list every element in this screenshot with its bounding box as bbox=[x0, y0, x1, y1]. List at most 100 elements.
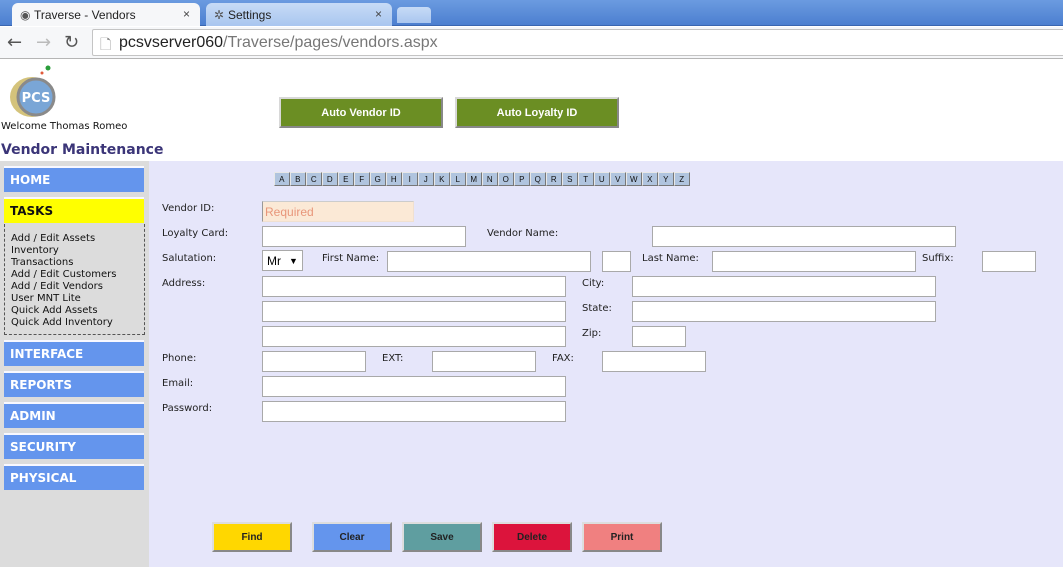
task-link[interactable]: Add / Edit Assets bbox=[11, 233, 144, 245]
alpha-filter-v[interactable]: V bbox=[610, 172, 626, 186]
close-icon[interactable]: × bbox=[375, 7, 382, 21]
address-line-3-input[interactable] bbox=[262, 326, 566, 347]
middle-initial-input[interactable] bbox=[602, 251, 631, 272]
tasks-submenu: Add / Edit Assets Inventory Transactions Ad… bbox=[4, 224, 145, 335]
last-name-label: Last Name: bbox=[642, 253, 699, 264]
sidebar-item-physical[interactable]: PHYSICAL bbox=[4, 464, 144, 490]
new-tab-button[interactable] bbox=[397, 7, 431, 23]
salutation-value: Mr bbox=[267, 253, 281, 268]
city-input[interactable] bbox=[632, 276, 936, 297]
task-link[interactable]: Quick Add Assets bbox=[11, 305, 144, 317]
vendor-id-label: Vendor ID: bbox=[162, 203, 215, 214]
sidebar-item-tasks[interactable]: TASKS bbox=[4, 197, 144, 223]
delete-button[interactable]: Delete bbox=[492, 522, 572, 552]
task-link[interactable]: Quick Add Inventory bbox=[11, 317, 144, 329]
alpha-filter-u[interactable]: U bbox=[594, 172, 610, 186]
task-link[interactable]: Inventory bbox=[11, 245, 144, 257]
fax-input[interactable] bbox=[602, 351, 706, 372]
sidebar-item-reports[interactable]: REPORTS bbox=[4, 371, 144, 397]
alpha-filter-m[interactable]: M bbox=[466, 172, 482, 186]
close-icon[interactable]: × bbox=[183, 7, 190, 21]
alpha-filter-p[interactable]: P bbox=[514, 172, 530, 186]
sidebar-item-security[interactable]: SECURITY bbox=[4, 433, 144, 459]
task-link[interactable]: User MNT Lite bbox=[11, 293, 144, 305]
page-icon: 🗋 bbox=[100, 36, 112, 52]
alpha-filter-o[interactable]: O bbox=[498, 172, 514, 186]
alpha-filter-c[interactable]: C bbox=[306, 172, 322, 186]
alpha-filter-l[interactable]: L bbox=[450, 172, 466, 186]
vendor-id-input[interactable] bbox=[262, 201, 414, 222]
suffix-input[interactable] bbox=[982, 251, 1036, 272]
address-line-2-input[interactable] bbox=[262, 301, 566, 322]
logo-text: PCS bbox=[22, 91, 51, 106]
alpha-filter-f[interactable]: F bbox=[354, 172, 370, 186]
pcs-logo: PCS bbox=[10, 65, 56, 117]
sidebar-item-home[interactable]: HOME bbox=[4, 166, 144, 192]
alpha-filter-k[interactable]: K bbox=[434, 172, 450, 186]
back-arrow-icon[interactable]: ← bbox=[7, 32, 22, 53]
vendor-name-label: Vendor Name: bbox=[487, 228, 559, 239]
vendor-name-input[interactable] bbox=[652, 226, 956, 247]
alpha-filter-i[interactable]: I bbox=[402, 172, 418, 186]
alpha-filter-y[interactable]: Y bbox=[658, 172, 674, 186]
ext-input[interactable] bbox=[432, 351, 536, 372]
salutation-select[interactable]: Mr ▼ bbox=[262, 250, 303, 271]
tab-settings[interactable]: ✲ Settings × bbox=[206, 3, 392, 26]
phone-input[interactable] bbox=[262, 351, 366, 372]
forward-arrow-icon[interactable]: → bbox=[36, 32, 51, 53]
salutation-label: Salutation: bbox=[162, 253, 217, 264]
alphabet-filter: ABCDEFGHIJKLMNOPQRSTUVWXYZ bbox=[274, 172, 690, 186]
task-link[interactable]: Add / Edit Customers bbox=[11, 269, 144, 281]
alpha-filter-q[interactable]: Q bbox=[530, 172, 546, 186]
sidebar-item-admin[interactable]: ADMIN bbox=[4, 402, 144, 428]
first-name-input[interactable] bbox=[387, 251, 591, 272]
alpha-filter-a[interactable]: A bbox=[274, 172, 290, 186]
alpha-filter-j[interactable]: J bbox=[418, 172, 434, 186]
alpha-filter-t[interactable]: T bbox=[578, 172, 594, 186]
alpha-filter-n[interactable]: N bbox=[482, 172, 498, 186]
auto-loyalty-id-button[interactable]: Auto Loyalty ID bbox=[455, 97, 619, 128]
suffix-label: Suffix: bbox=[922, 253, 954, 264]
tab-label: Traverse - Vendors bbox=[34, 7, 136, 22]
gear-icon: ✲ bbox=[214, 8, 225, 22]
alpha-filter-r[interactable]: R bbox=[546, 172, 562, 186]
tab-traverse-vendors[interactable]: ◉ Traverse - Vendors × bbox=[12, 3, 200, 26]
welcome-message: Welcome Thomas Romeo bbox=[1, 121, 128, 132]
email-label: Email: bbox=[162, 378, 194, 389]
alpha-filter-e[interactable]: E bbox=[338, 172, 354, 186]
alpha-filter-z[interactable]: Z bbox=[674, 172, 690, 186]
email-input[interactable] bbox=[262, 376, 566, 397]
fax-label: FAX: bbox=[552, 353, 574, 364]
alpha-filter-g[interactable]: G bbox=[370, 172, 386, 186]
password-label: Password: bbox=[162, 403, 213, 414]
address-label: Address: bbox=[162, 278, 206, 289]
sidebar-item-interface[interactable]: INTERFACE bbox=[4, 340, 144, 366]
task-link[interactable]: Add / Edit Vendors bbox=[11, 281, 144, 293]
alpha-filter-h[interactable]: H bbox=[386, 172, 402, 186]
alpha-filter-d[interactable]: D bbox=[322, 172, 338, 186]
save-button[interactable]: Save bbox=[402, 522, 482, 552]
clear-button[interactable]: Clear bbox=[312, 522, 392, 552]
page-favicon-icon: ◉ bbox=[20, 8, 31, 22]
print-button[interactable]: Print bbox=[582, 522, 662, 552]
state-input[interactable] bbox=[632, 301, 936, 322]
alpha-filter-x[interactable]: X bbox=[642, 172, 658, 186]
loyalty-card-input[interactable] bbox=[262, 226, 466, 247]
last-name-input[interactable] bbox=[712, 251, 916, 272]
reload-icon[interactable]: ↻ bbox=[64, 32, 79, 53]
page-title: Vendor Maintenance bbox=[1, 142, 164, 158]
password-input[interactable] bbox=[262, 401, 566, 422]
city-label: City: bbox=[582, 278, 605, 289]
first-name-label: First Name: bbox=[322, 253, 380, 264]
auto-vendor-id-button[interactable]: Auto Vendor ID bbox=[279, 97, 443, 128]
address-line-1-input[interactable] bbox=[262, 276, 566, 297]
state-label: State: bbox=[582, 303, 612, 314]
alpha-filter-w[interactable]: W bbox=[626, 172, 642, 186]
find-button[interactable]: Find bbox=[212, 522, 292, 552]
zip-input[interactable] bbox=[632, 326, 686, 347]
task-link[interactable]: Transactions bbox=[11, 257, 144, 269]
address-bar[interactable]: 🗋 pcsvserver060/Traverse/pages/vendors.a… bbox=[92, 29, 1063, 56]
alpha-filter-s[interactable]: S bbox=[562, 172, 578, 186]
browser-tab-bar: ◉ Traverse - Vendors × ✲ Settings × bbox=[0, 0, 1063, 26]
alpha-filter-b[interactable]: B bbox=[290, 172, 306, 186]
